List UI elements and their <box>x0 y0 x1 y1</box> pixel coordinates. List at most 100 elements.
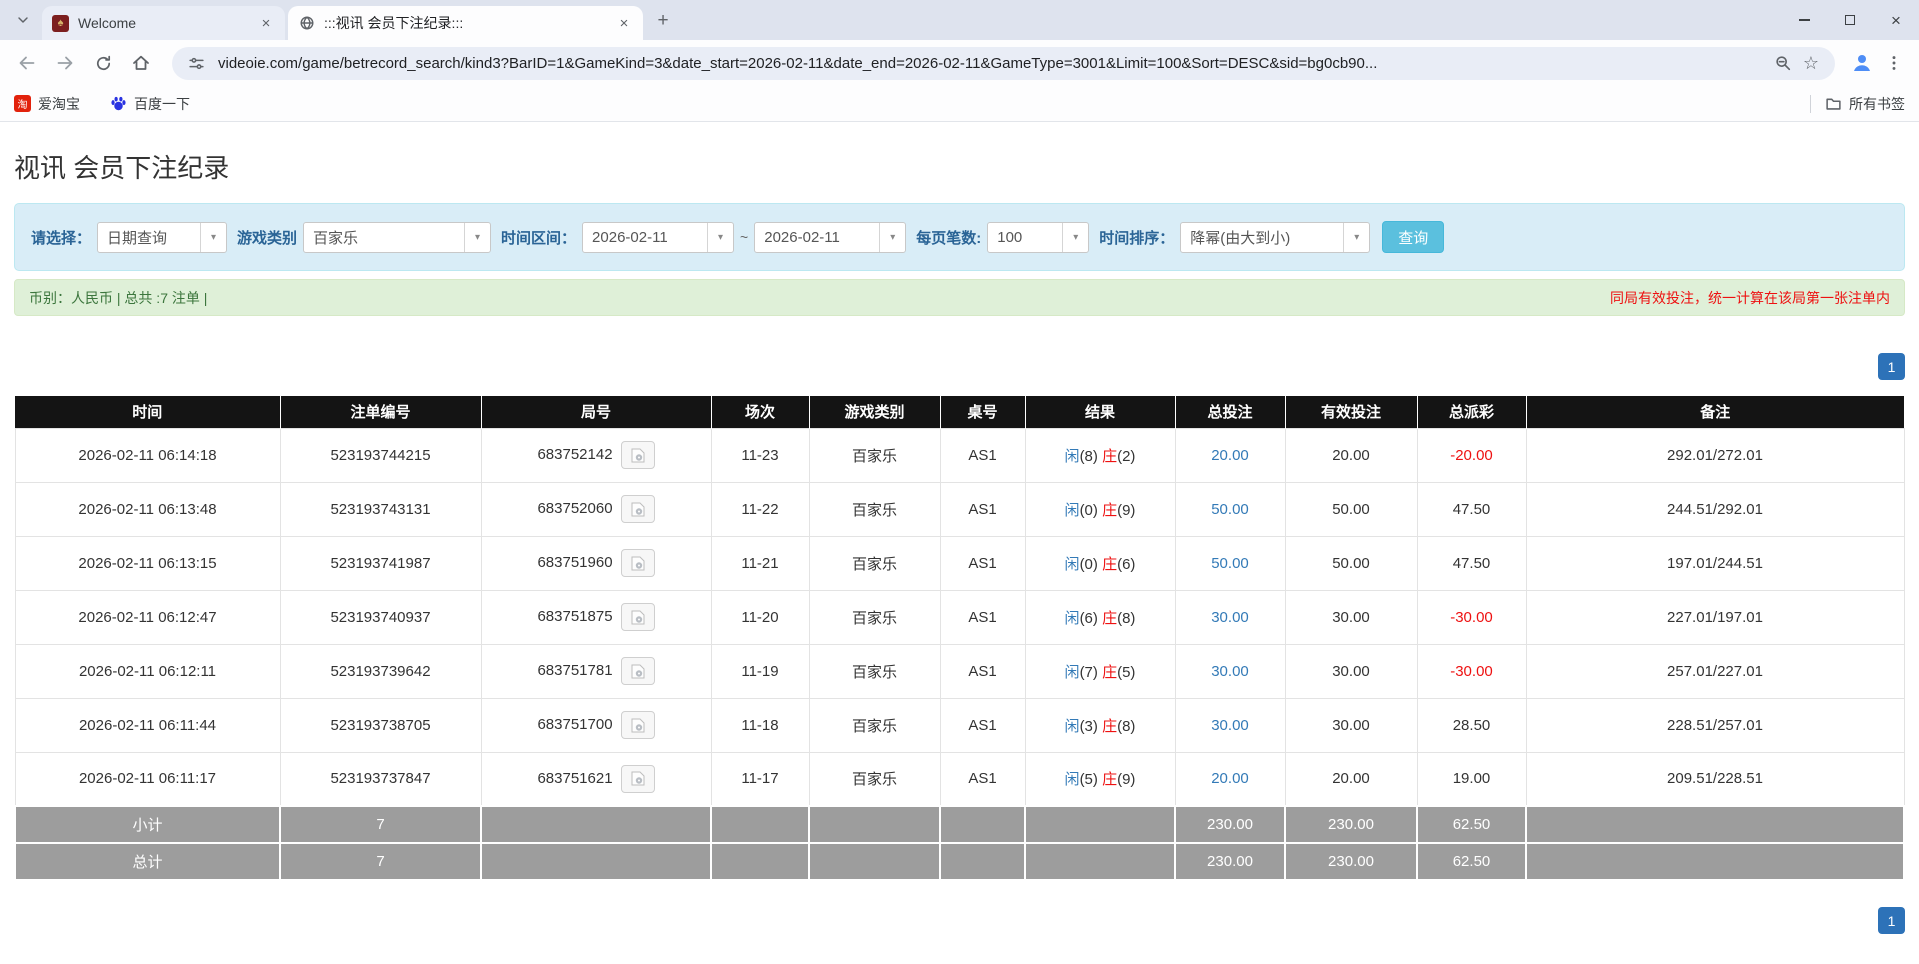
game-kind-value: 百家乐 <box>313 229 359 247</box>
table-no-cell: AS1 <box>939 427 1026 483</box>
col-payout: 总派彩 <box>1417 396 1527 428</box>
total-bet-cell[interactable]: 30.00 <box>1174 643 1286 699</box>
table-row: 2026-02-11 06:11:17 523193737847 6837516… <box>14 751 1905 807</box>
session-cell: 11-21 <box>710 535 810 591</box>
bookmark-label: 百度一下 <box>134 95 190 112</box>
table-row: 2026-02-11 06:12:11 523193739642 6837517… <box>14 643 1905 699</box>
total-bet-cell[interactable]: 30.00 <box>1174 589 1286 645</box>
video-replay-button[interactable] <box>620 495 655 523</box>
folder-icon <box>1825 96 1842 112</box>
bookmark-label: 爱淘宝 <box>38 95 80 112</box>
payout-cell: 28.50 <box>1416 697 1527 753</box>
result-cell: 闲(0) 庄(9) <box>1024 481 1176 537</box>
forward-button[interactable] <box>48 46 82 80</box>
tab-search-button[interactable] <box>8 5 38 35</box>
bet-id-cell: 523193738705 <box>279 697 482 753</box>
zoom-icon[interactable] <box>1769 49 1797 77</box>
round-id-value: 683751960 <box>537 553 613 571</box>
result-player-label: 闲 <box>1064 609 1080 627</box>
minimize-button[interactable] <box>1781 0 1827 40</box>
reload-button[interactable] <box>86 46 120 80</box>
all-bookmarks[interactable]: 所有书签 <box>1810 94 1905 114</box>
table-row: 2026-02-11 06:11:44 523193738705 6837517… <box>14 697 1905 753</box>
chevron-down-icon: ▾ <box>1343 222 1369 252</box>
tab-close-icon[interactable]: × <box>615 14 633 32</box>
round-id-value: 683751700 <box>537 715 613 733</box>
payout-cell: 47.50 <box>1416 535 1527 591</box>
profile-avatar[interactable] <box>1845 46 1879 80</box>
time-cell: 2026-02-11 06:13:15 <box>14 535 281 591</box>
bookmark-aitaobao[interactable]: 淘 爱淘宝 <box>14 94 80 114</box>
three-dots-icon <box>1892 56 1896 70</box>
total-bet-cell[interactable]: 20.00 <box>1174 751 1286 807</box>
result-banker-label: 庄 <box>1102 663 1118 681</box>
page-title: 视讯 会员下注纪录 <box>14 153 230 183</box>
home-button[interactable] <box>124 46 158 80</box>
total-payout: 62.50 <box>1416 842 1527 881</box>
result-player-score: (5) <box>1079 771 1098 789</box>
note-cell: 228.51/257.01 <box>1525 697 1905 753</box>
date-end-select[interactable]: 2026-02-11 ▾ <box>754 221 907 253</box>
chevron-down-icon <box>18 17 28 23</box>
game-kind-select[interactable]: 百家乐 ▾ <box>303 221 492 253</box>
date-start-select[interactable]: 2026-02-11 ▾ <box>582 221 735 253</box>
video-replay-button[interactable] <box>620 711 655 739</box>
close-button[interactable]: × <box>1873 0 1919 40</box>
total-bet-cell[interactable]: 30.00 <box>1174 697 1286 753</box>
query-type-select[interactable]: 日期查询 ▾ <box>97 221 228 253</box>
valid-bet-cell: 30.00 <box>1284 643 1418 699</box>
per-page-select[interactable]: 100 ▾ <box>987 221 1090 253</box>
info-bar: 币别：人民币 | 总共 :7 注单 | 同局有效投注，统一计算在该局第一张注单内 <box>14 279 1905 316</box>
address-bar[interactable]: videoie.com/game/betrecord_search/kind3?… <box>172 46 1835 80</box>
total-bet-cell[interactable]: 50.00 <box>1174 481 1286 537</box>
page-1-button[interactable]: 1 <box>1878 907 1905 934</box>
time-cell: 2026-02-11 06:11:17 <box>14 751 281 807</box>
subtotal-total-bet: 230.00 <box>1174 805 1286 844</box>
table-row: 2026-02-11 06:13:48 523193743131 6837520… <box>14 481 1905 537</box>
total-bet-cell[interactable]: 20.00 <box>1174 427 1286 483</box>
page-1-button[interactable]: 1 <box>1878 353 1905 380</box>
site-info-icon[interactable] <box>182 49 210 77</box>
globe-icon <box>298 15 315 32</box>
filter-label-game-kind: 游戏类别 <box>237 229 298 247</box>
sort-select[interactable]: 降幂(由大到小) ▾ <box>1180 221 1371 253</box>
tab-welcome[interactable]: ♠ Welcome × <box>42 6 285 40</box>
query-button[interactable]: 查询 <box>1382 221 1445 253</box>
total-bet-cell[interactable]: 50.00 <box>1174 535 1286 591</box>
bookmark-star-icon[interactable]: ☆ <box>1797 49 1825 77</box>
note-cell: 227.01/197.01 <box>1525 589 1905 645</box>
bookmark-baidu[interactable]: 百度一下 <box>110 94 190 114</box>
video-replay-button[interactable] <box>620 603 655 631</box>
browser-menu-button[interactable] <box>1879 46 1909 80</box>
video-replay-button[interactable] <box>620 764 655 793</box>
tab-close-icon[interactable]: × <box>257 14 275 32</box>
video-replay-button[interactable] <box>620 549 655 577</box>
range-tilde: ~ <box>740 229 749 245</box>
result-banker-label: 庄 <box>1102 555 1118 573</box>
table-header-row: 时间 注单编号 局号 场次 游戏类别 桌号 结果 总投注 有效投注 总派彩 备注 <box>15 396 1904 428</box>
tab-strip: ♠ Welcome × :::视讯 会员下注纪录::: × + × <box>0 0 1919 40</box>
payout-cell: -30.00 <box>1416 589 1527 645</box>
subtotal-label: 小计 <box>14 805 281 844</box>
tab-betrecord[interactable]: :::视讯 会员下注纪录::: × <box>288 6 643 40</box>
new-tab-button[interactable]: + <box>649 7 677 35</box>
result-banker-score: (9) <box>1117 501 1136 519</box>
result-cell: 闲(7) 庄(5) <box>1024 643 1176 699</box>
subtotal-row: 小计 7 230.00 230.00 62.50 <box>14 805 1905 844</box>
maximize-button[interactable] <box>1827 0 1873 40</box>
session-cell: 11-17 <box>710 751 810 807</box>
col-session: 场次 <box>711 396 810 428</box>
chevron-down-icon: ▾ <box>879 222 905 252</box>
video-replay-button[interactable] <box>620 657 655 685</box>
round-id-value: 683751875 <box>537 607 613 625</box>
back-button[interactable] <box>10 46 44 80</box>
chevron-down-icon: ▾ <box>707 222 733 252</box>
time-cell: 2026-02-11 06:12:47 <box>14 589 281 645</box>
url-text[interactable]: videoie.com/game/betrecord_search/kind3?… <box>218 55 1769 72</box>
query-type-value: 日期查询 <box>107 229 168 247</box>
session-cell: 11-20 <box>710 589 810 645</box>
col-table-no: 桌号 <box>940 396 1026 428</box>
total-valid-bet: 230.00 <box>1284 842 1418 881</box>
video-replay-button[interactable] <box>620 441 655 469</box>
date-end-value: 2026-02-11 <box>764 228 840 246</box>
